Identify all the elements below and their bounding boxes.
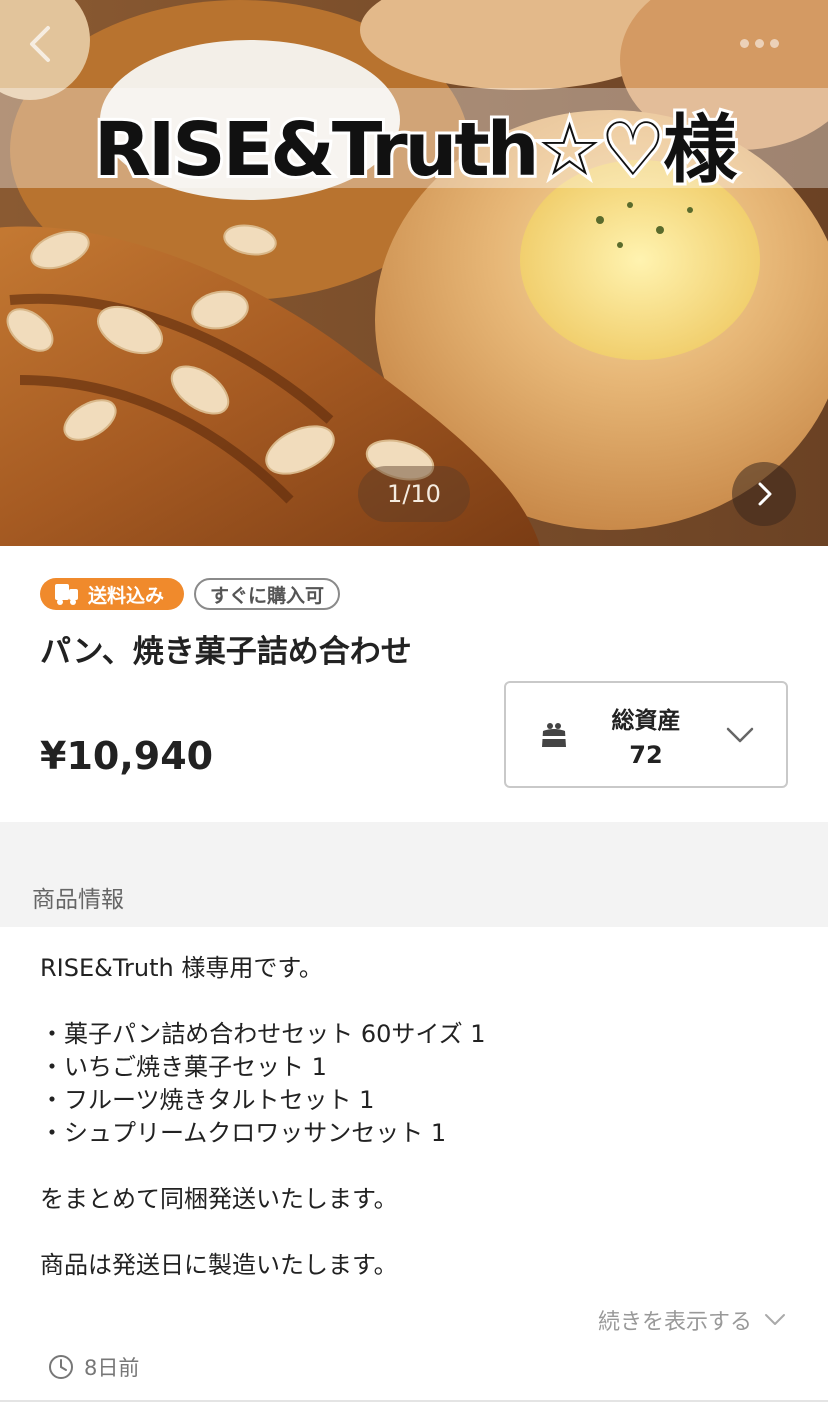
posted-time-label: 8日前 (84, 1356, 140, 1380)
product-photo (0, 0, 828, 546)
section-divider (0, 822, 828, 927)
product-description: RISE&Truth 様専用です。 ・菓子パン詰め合わせセット 60サイズ 1 … (40, 952, 800, 1282)
back-arrow-icon (30, 26, 50, 62)
shipping-included-badge: 送料込み (40, 578, 185, 610)
image-page-counter: 1/10 (358, 466, 470, 522)
hero-title: RISE&Truth☆♡様 (91, 104, 740, 196)
product-image-carousel[interactable]: RISE&Truth☆♡様 1/10 (0, 0, 828, 546)
product-tags: 送料込み すぐに購入可 (40, 578, 341, 610)
desc-line: ・いちご焼き菓子セット 1 (40, 1053, 327, 1081)
next-image-button[interactable] (732, 462, 796, 526)
desc-line: ・菓子パン詰め合わせセット 60サイズ 1 (40, 1020, 486, 1048)
desc-line: 商品は発送日に製造いたします。 (40, 1251, 398, 1279)
total-assets-dropdown[interactable]: 総資産 72 (504, 681, 788, 788)
next-arrow-icon (758, 482, 772, 506)
more-dots-icon[interactable] (740, 34, 790, 52)
back-button[interactable] (22, 22, 62, 66)
show-more-link[interactable]: 続きを表示する (598, 1304, 786, 1336)
show-more-label: 続きを表示する (597, 1310, 752, 1335)
section-title-product-info: 商品情報 (32, 887, 124, 913)
desc-line: RISE&Truth 様専用です。 (40, 954, 323, 982)
desc-line: ・シュプリームクロワッサンセット 1 (40, 1119, 447, 1147)
shipping-badge-label: 送料込み (88, 584, 165, 607)
truck-icon (55, 584, 78, 605)
desc-line: ・フルーツ焼きタルトセット 1 (40, 1086, 375, 1114)
chevron-down-icon (765, 1314, 785, 1325)
product-title: パン、焼き菓子詰め合わせ (40, 634, 412, 670)
clock-icon (49, 1355, 73, 1379)
posted-time: 8日前 (48, 1352, 139, 1382)
product-price: ¥10,940 (40, 734, 214, 778)
total-assets-value: 72 (629, 741, 663, 769)
chevron-down-icon (726, 727, 754, 743)
buy-now-badge: すぐに購入可 (194, 578, 341, 610)
desc-line: をまとめて同梱発送いたします。 (40, 1185, 398, 1213)
